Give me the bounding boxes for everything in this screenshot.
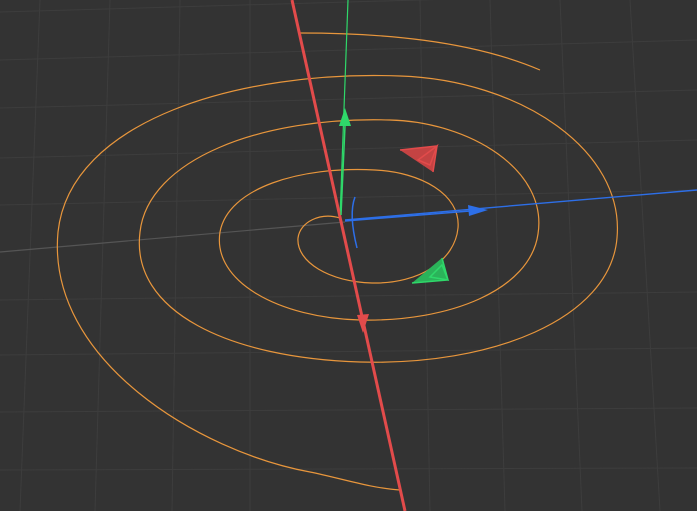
x-axis-line[interactable]: [290, 0, 407, 511]
center-rotate-handle-icon[interactable]: [351, 196, 358, 249]
xz-plane-handle-icon[interactable]: [399, 143, 439, 173]
x-move-arrow-icon[interactable]: [357, 314, 369, 333]
y-move-arrow-icon[interactable]: [339, 108, 351, 126]
spiral-curve[interactable]: [56, 74, 618, 491]
z-move-arrow-icon[interactable]: [468, 205, 488, 216]
z-axis-line[interactable]: [344, 189, 697, 221]
xy-plane-handle-icon[interactable]: [411, 257, 450, 284]
z-gizmo-shaft: [344, 210, 471, 222]
viewport-canvas[interactable]: [0, 0, 697, 511]
spiral-curve-top-segment: [299, 32, 541, 71]
y-axis-line[interactable]: [339, 0, 349, 219]
horizon-line: [0, 221, 346, 253]
3d-viewport[interactable]: [0, 0, 697, 511]
